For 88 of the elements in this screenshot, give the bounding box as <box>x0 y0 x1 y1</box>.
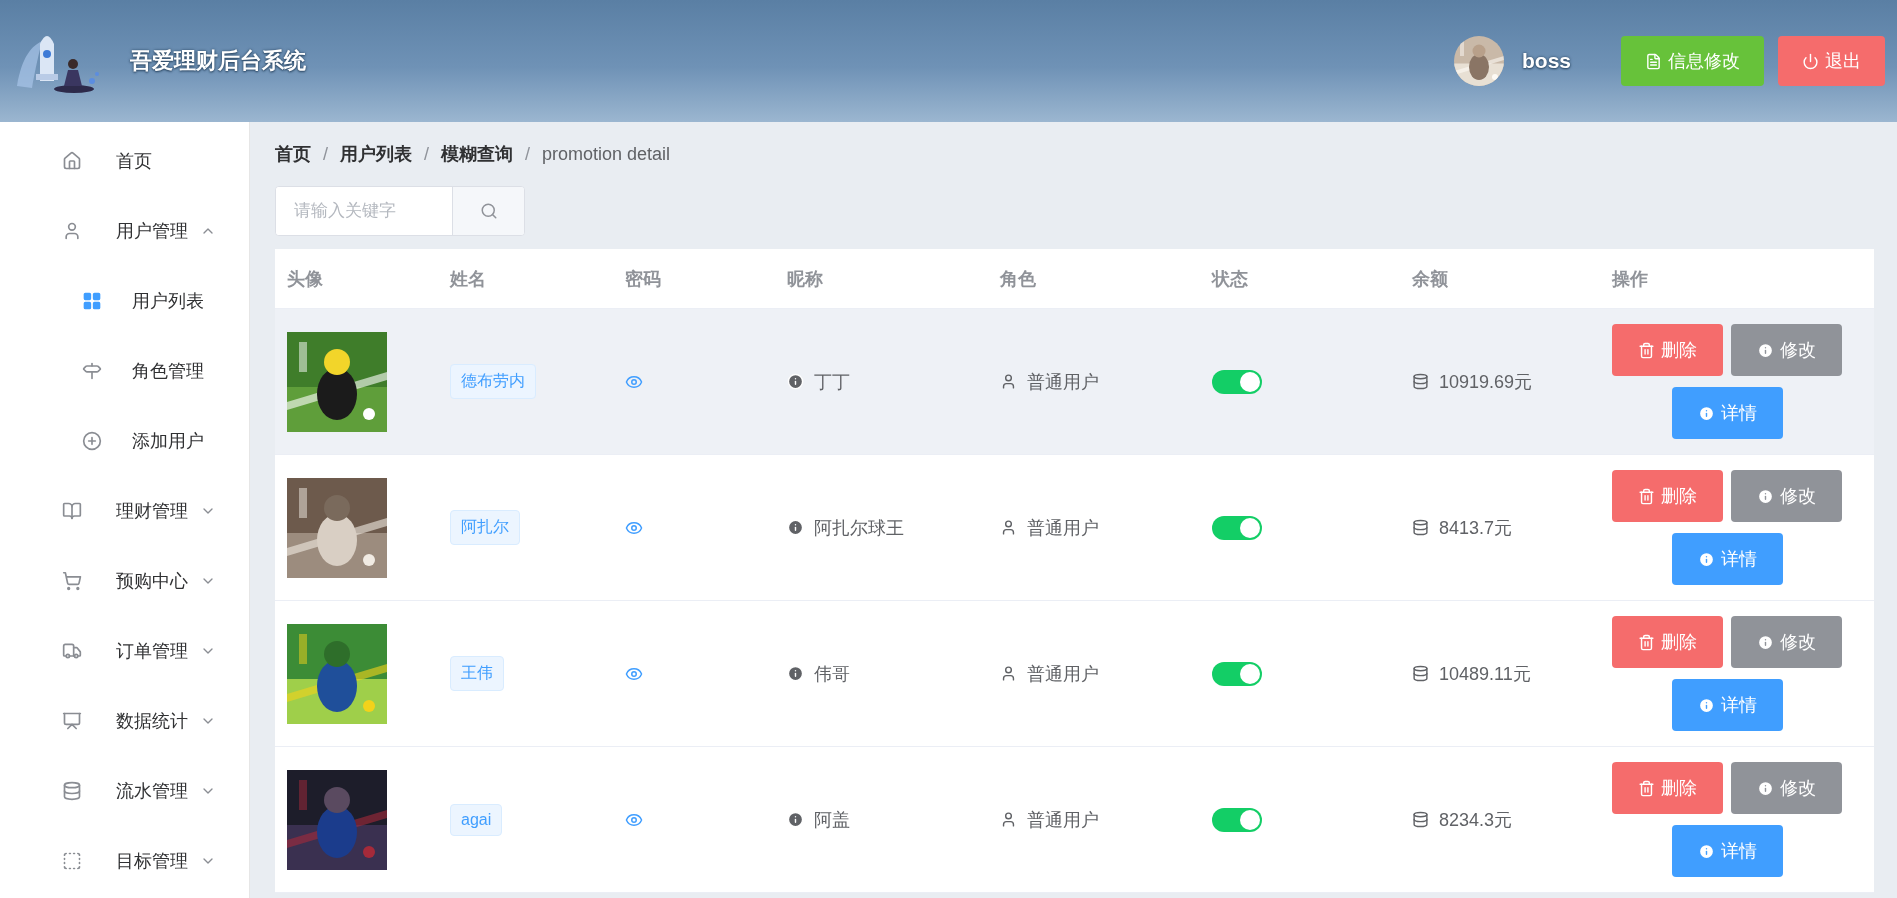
column-header: 昵称 <box>786 267 824 291</box>
home-icon <box>62 151 82 171</box>
name-tag: 阿扎尔 <box>450 510 520 545</box>
info-icon <box>1757 633 1774 651</box>
role: 普通用户 <box>1027 662 1099 686</box>
info-icon <box>1697 550 1715 568</box>
truck-icon <box>62 641 82 661</box>
breadcrumb-item[interactable]: 首页 <box>275 142 311 166</box>
status-switch[interactable] <box>1212 369 1262 394</box>
breadcrumb-item[interactable]: 模糊查询 <box>441 142 514 166</box>
menu-item[interactable]: 数据统计 <box>0 686 249 756</box>
info-icon <box>1697 696 1715 714</box>
info-icon <box>787 373 804 390</box>
username: boss <box>1522 49 1571 73</box>
menu-item[interactable]: 目标管理 <box>0 826 249 896</box>
nickname: 阿盖 <box>814 808 850 832</box>
database-icon <box>1412 373 1429 390</box>
role: 普通用户 <box>1027 516 1099 540</box>
info-icon <box>787 665 804 682</box>
app-title: 吾爱理财后台系统 <box>130 47 307 75</box>
trash-icon <box>1638 779 1655 797</box>
status-switch[interactable] <box>1212 661 1262 686</box>
column-header: 密码 <box>624 267 662 291</box>
signpost-icon <box>82 361 102 381</box>
breadcrumb-item: promotion detail <box>542 143 671 165</box>
book-icon <box>62 501 82 521</box>
database-icon <box>1412 665 1429 682</box>
database-icon <box>62 781 82 801</box>
column-header: 操作 <box>1611 267 1649 291</box>
info-icon <box>1697 842 1715 860</box>
menu-item[interactable]: 用户管理 <box>0 196 249 266</box>
status-switch[interactable] <box>1212 807 1262 832</box>
column-header: 姓名 <box>448 267 487 291</box>
nickname: 阿扎尔球王 <box>814 516 904 540</box>
menu-item[interactable]: 预购中心 <box>0 546 249 616</box>
board-icon <box>62 711 82 731</box>
nickname: 丁丁 <box>814 370 850 394</box>
column-header: 角色 <box>999 267 1037 291</box>
power-icon <box>1802 52 1819 70</box>
user-icon <box>1000 373 1017 390</box>
column-header: 状态 <box>1210 267 1249 291</box>
nickname: 伟哥 <box>814 662 850 686</box>
name-tag: 王伟 <box>450 656 504 691</box>
info-icon <box>787 519 804 536</box>
role: 普通用户 <box>1027 370 1099 394</box>
menu-item[interactable]: 理财管理 <box>0 476 249 546</box>
breadcrumb-separator: / <box>323 143 328 165</box>
column-header: 头像 <box>286 267 324 291</box>
info-icon <box>1697 404 1715 422</box>
trash-icon <box>1638 341 1655 359</box>
name-tag: 德布劳内 <box>450 364 536 399</box>
info-icon <box>787 811 804 828</box>
search-icon <box>479 202 498 220</box>
plus-circle-icon <box>82 431 102 451</box>
balance: 10919.69元 <box>1439 370 1533 394</box>
search-button[interactable] <box>452 187 524 235</box>
square-icon <box>62 851 82 871</box>
info-icon <box>1757 779 1774 797</box>
name-tag: agai <box>450 803 503 836</box>
info-icon <box>1757 487 1774 505</box>
document-icon <box>1645 52 1662 70</box>
menu-item[interactable]: 流水管理 <box>0 756 249 826</box>
user-icon <box>1000 665 1017 682</box>
database-icon <box>1412 519 1429 536</box>
breadcrumb-separator: / <box>424 143 430 165</box>
info-icon <box>1757 341 1774 359</box>
breadcrumb-separator: / <box>525 143 531 165</box>
submenu-item[interactable]: 添加用户 <box>0 406 249 476</box>
cart-icon <box>62 571 82 591</box>
user-icon <box>1000 519 1017 536</box>
balance: 10489.11元 <box>1439 662 1531 686</box>
status-switch[interactable] <box>1212 515 1262 540</box>
submenu-item[interactable]: 用户列表 <box>0 266 249 336</box>
column-header: 余额 <box>1411 267 1449 291</box>
role: 普通用户 <box>1027 808 1099 832</box>
menu-item[interactable]: 订单管理 <box>0 616 249 686</box>
trash-icon <box>1638 487 1655 505</box>
user-icon <box>62 221 82 241</box>
user-icon <box>1000 811 1017 828</box>
menu-item[interactable]: 首页 <box>0 126 249 196</box>
search-field[interactable]: 请输入关键字 <box>275 186 525 236</box>
database-icon <box>1412 811 1429 828</box>
balance: 8234.3元 <box>1439 808 1513 832</box>
breadcrumb-item[interactable]: 用户列表 <box>340 142 412 166</box>
submenu-item[interactable]: 角色管理 <box>0 336 249 406</box>
balance: 8413.7元 <box>1439 516 1513 540</box>
grid-icon <box>82 291 102 311</box>
trash-icon <box>1638 633 1655 651</box>
